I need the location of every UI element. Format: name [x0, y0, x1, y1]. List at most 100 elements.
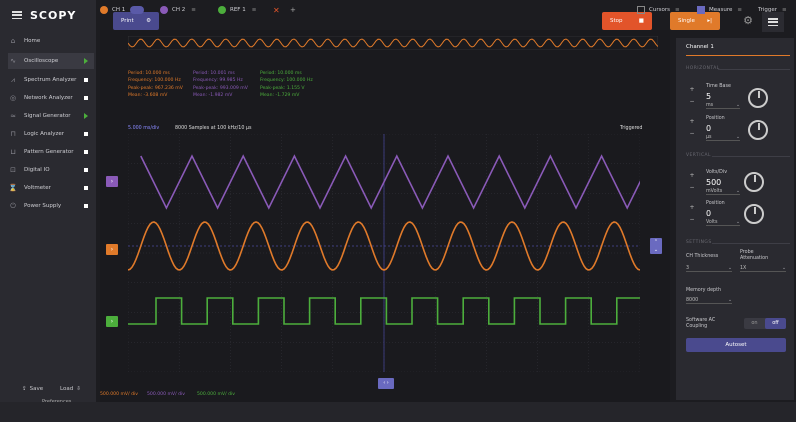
waveform-overview[interactable]	[128, 36, 658, 50]
sidebar-item-pattern-generator[interactable]: ⊔ Pattern Generator	[8, 144, 94, 160]
ch2-menu-icon[interactable]: ≡	[191, 7, 196, 13]
autoset-button[interactable]: Autoset	[686, 338, 786, 352]
measurement-readouts: Period: 10.000 ms Frequency: 100.000 Hz …	[128, 70, 468, 110]
probe-attenuation-select[interactable]: 1X ⌄	[740, 266, 786, 272]
app-header: SCOPY	[0, 0, 96, 30]
volts-div-increment[interactable]: +	[688, 172, 696, 180]
v-position-value[interactable]: 0	[706, 209, 711, 218]
h-position-knob[interactable]	[748, 120, 768, 140]
trigger-menu-icon[interactable]: ≡	[782, 7, 787, 13]
ch2-scale: 500.000 mV/ div	[147, 392, 185, 397]
period-label: Period:	[193, 71, 209, 76]
cursors-button[interactable]: Cursors ≡	[637, 0, 680, 20]
ch3-scale: 500.000 mV/ div	[197, 392, 235, 397]
ch1-settings-toggle[interactable]	[130, 6, 145, 14]
frequency-label: Frequency:	[128, 78, 153, 84]
ch-thickness-select[interactable]: 3 ⌄	[686, 266, 732, 272]
measure-menu-icon[interactable]: ≡	[737, 7, 742, 13]
v-position-increment[interactable]: +	[688, 204, 696, 212]
home-icon: ⌂	[10, 37, 16, 45]
hamburger-icon[interactable]	[12, 11, 22, 19]
sidebar-item-voltmeter[interactable]: ⌛ Voltmeter	[8, 180, 94, 196]
close-icon[interactable]: ✕	[273, 0, 280, 20]
probe-attenuation-value: 1X	[740, 266, 747, 271]
chevron-down-icon: ⌄	[727, 266, 732, 271]
ch2-offset-marker[interactable]: ›	[106, 176, 118, 187]
measure-checkbox[interactable]	[697, 6, 705, 14]
app-logo: SCOPY	[30, 8, 77, 22]
peak-peak-value: 993.009 mV	[219, 85, 248, 91]
sidebar-item-signal-generator[interactable]: ≈ Signal Generator	[8, 108, 94, 124]
settings-small-icon: ⚙	[146, 18, 151, 24]
sidebar-item-oscilloscope[interactable]: ∿ Oscilloscope	[8, 53, 94, 69]
measure-button[interactable]: Measure ≡	[697, 0, 742, 20]
samples-info: 8000 Samples at 100 kHz/10 µs	[175, 126, 252, 131]
panel-title-underline	[686, 55, 790, 56]
sidebar-item-spectrum-analyzer[interactable]: ⩘ Spectrum Analyzer	[8, 72, 94, 88]
ch2-channel-button[interactable]: CH 2 ≡	[160, 0, 196, 20]
mean-value: -1.982 mV	[208, 92, 233, 98]
time-base-increment[interactable]: +	[688, 86, 696, 94]
scope-display[interactable]	[128, 134, 640, 372]
ac-coupling-toggle[interactable]: on off	[744, 318, 786, 329]
h-position-unit-select[interactable]: µs ⌄	[706, 135, 740, 141]
sidebar-item-logic-analyzer[interactable]: ⊓ Logic Analyzer	[8, 126, 94, 142]
trigger-position-handle[interactable]: ‹ ›	[378, 378, 394, 389]
v-position-decrement[interactable]: −	[688, 216, 696, 224]
sidebar-item-label: Home	[24, 38, 41, 44]
v-position-knob[interactable]	[744, 204, 764, 224]
sidebar-item-home[interactable]: ⌂ Home	[8, 33, 94, 49]
h-position-value[interactable]: 0	[706, 124, 711, 133]
frequency-value: 100.000 Hz	[154, 78, 181, 84]
cursors-checkbox[interactable]	[637, 6, 645, 14]
spectrum-icon: ⩘	[11, 75, 15, 84]
time-base-unit-select[interactable]: ms ⌄	[706, 103, 740, 109]
trigger-level-handle[interactable]: ⌃ ⌄	[650, 238, 662, 254]
h-position-increment[interactable]: +	[688, 118, 696, 126]
save-button[interactable]: ⇪ Save	[22, 386, 43, 392]
sidebar-item-network-analyzer[interactable]: ◎ Network Analyzer	[8, 90, 94, 106]
time-base-decrement[interactable]: −	[688, 98, 696, 106]
peak-peak-value: 967.236 mV	[154, 85, 183, 91]
network-icon: ◎	[9, 94, 17, 102]
vertical-section-label: VERTICAL	[686, 153, 712, 158]
sidebar-item-digital-io[interactable]: ⊡ Digital IO	[8, 162, 94, 178]
peak-peak-label: Peak-peak:	[193, 85, 219, 91]
ch1-scale: 500.000 mV/ div	[100, 392, 138, 397]
digital-io-icon: ⊡	[10, 166, 16, 174]
stop-status-icon	[84, 168, 88, 172]
peak-peak-value: 1.155 V	[286, 85, 305, 91]
memory-depth-select[interactable]: 8000 ⌄	[686, 298, 732, 304]
stop-status-icon	[84, 204, 88, 208]
ch3-offset-marker[interactable]: ›	[106, 316, 118, 327]
ch-thickness-value: 3	[686, 266, 690, 271]
ch1-offset-marker[interactable]: ›	[106, 244, 118, 255]
trigger-button[interactable]: Trigger ≡	[758, 0, 787, 20]
ref1-menu-icon[interactable]: ≡	[252, 7, 257, 13]
cursors-menu-icon[interactable]: ≡	[675, 7, 680, 13]
h-position-decrement[interactable]: −	[688, 130, 696, 138]
oscilloscope-icon: ∿	[10, 57, 16, 65]
time-base-value[interactable]: 5	[706, 92, 711, 101]
stop-status-icon	[84, 186, 88, 190]
ref1-channel-button[interactable]: REF 1 ≡	[218, 0, 256, 20]
add-channel-icon[interactable]: +	[290, 0, 296, 20]
sidebar-item-label: Pattern Generator	[24, 149, 74, 155]
software-ac-coupling-label: Software AC Coupling	[686, 318, 716, 329]
volts-div-unit-select[interactable]: mVolts ⌄	[706, 189, 740, 195]
chevron-down-icon: ⌄	[781, 266, 786, 271]
volts-div-decrement[interactable]: −	[688, 184, 696, 192]
gear-icon[interactable]: ⚙	[740, 13, 756, 29]
volts-div-value[interactable]: 500	[706, 178, 721, 187]
time-base-label: Time Base	[706, 84, 731, 89]
ch1-channel-button[interactable]: CH 1	[100, 0, 145, 20]
frequency-value: 100.000 Hz	[286, 78, 313, 84]
sidebar-item-power-supply[interactable]: ⏻ Power Supply	[8, 198, 94, 214]
load-button[interactable]: Load ⇩	[60, 386, 81, 392]
chevron-down-icon: ⌄	[735, 103, 740, 108]
time-base-knob[interactable]	[748, 88, 768, 108]
v-position-unit-select[interactable]: Volts ⌄	[706, 220, 740, 226]
volts-div-knob[interactable]	[744, 172, 764, 192]
panel-title: Channel 1	[686, 44, 714, 50]
v-position-unit: Volts	[706, 220, 718, 225]
